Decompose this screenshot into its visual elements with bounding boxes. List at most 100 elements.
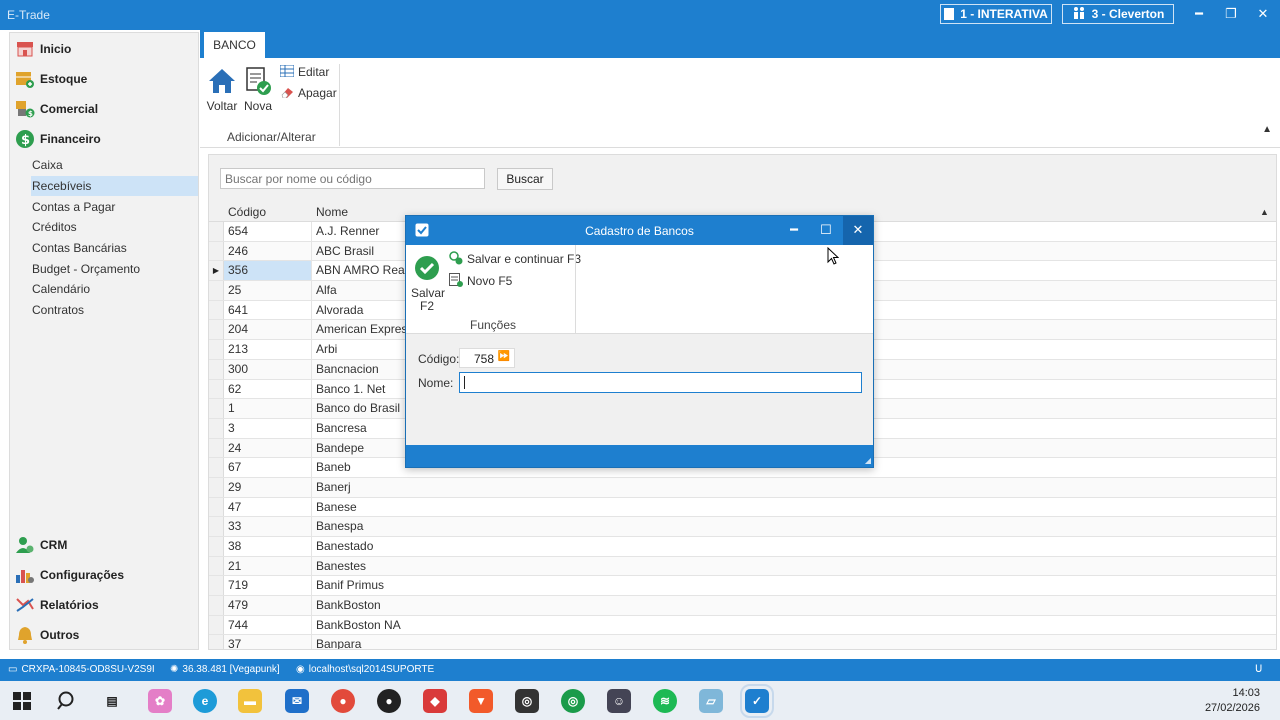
dialog-maximize-button[interactable]: ☐ [811,216,841,245]
salvar-continuar-button[interactable]: Salvar e continuar F3 [449,250,581,268]
row-indicator [209,320,224,340]
sidebar-item-caixa[interactable]: Caixa [31,155,198,175]
table-row[interactable]: 719 Banif Primus [209,576,1276,597]
anydesk-icon[interactable]: ◆ [423,689,447,713]
sidebar-item-outros[interactable]: Outros [15,623,79,647]
status-lock[interactable]: Ս [1255,664,1262,675]
table-row[interactable]: 38 Banestado [209,537,1276,557]
eraser-icon [280,86,294,101]
codigo-value: 758 [473,352,494,366]
salvar-key: F2 [419,299,434,313]
sidebar-item-creditos[interactable]: Créditos [31,217,198,237]
notes-app-icon[interactable]: ▱ [699,689,723,713]
monitor-icon: ▭ [8,664,18,675]
novo-label: Novo F5 [467,274,513,288]
codigo-field[interactable]: 758 ⏩ [459,348,515,368]
tab-banco[interactable]: BANCO [204,32,265,58]
close-button[interactable]: ✕ [1253,5,1273,23]
cell-nome: Banese [316,499,357,514]
copilot-icon[interactable]: ✿ [148,689,172,713]
cell-nome: American Express [316,322,414,337]
cell-nome: ABN AMRO Real [313,261,408,281]
edge-icon[interactable]: e [193,689,217,713]
ribbon: Voltar Nova Editar Apagar Adicionar/Alte… [200,58,1280,148]
resize-grip-icon[interactable]: ◢ [865,456,871,465]
sidebar-item-label: Relatórios [40,598,99,612]
company-label: 1 - INTERATIVA [960,7,1048,21]
search-icon[interactable] [55,689,79,713]
file-explorer-icon[interactable]: ▬ [238,689,262,713]
support-app-icon[interactable]: ☺ [607,689,631,713]
table-row[interactable]: 47 Banese [209,497,1276,518]
sidebar-item-recebiveis[interactable]: Recebíveis [31,176,198,196]
dialog-footer: ◢ [406,445,873,467]
editar-label: Editar [298,65,330,79]
table-row[interactable]: 479 BankBoston [209,596,1276,616]
minimize-button[interactable]: ━ [1189,5,1209,23]
table-row[interactable]: 37 Banpara [209,635,1276,649]
row-indicator [209,300,224,320]
search-input[interactable] [220,168,485,189]
task-view-icon[interactable]: ▤ [100,689,124,713]
reports-icon [15,595,35,615]
table-row[interactable]: 744 BankBoston NA [209,615,1276,636]
nome-input[interactable] [459,372,862,393]
sidebar-item-configuracoes[interactable]: Configurações [15,563,124,587]
sidebar: Inicio Estoque $ Comercial $ Financeiro … [9,32,199,650]
salvar-button[interactable]: Salvar F2 [411,255,445,313]
collapse-ribbon-icon[interactable]: ▲ [1262,124,1272,135]
etrade-taskbar-icon[interactable]: ✓ [740,684,774,718]
apagar-button[interactable]: Apagar [280,84,337,102]
table-row[interactable]: 33 Banespa [209,517,1276,537]
chrome-icon[interactable]: ● [331,689,355,713]
mail-icon[interactable]: ✉ [285,689,309,713]
server-text: localhost\sql2014SUPORTE [308,664,435,675]
system-clock[interactable]: 14:03 27/02/2026 [1205,686,1260,716]
company-selector[interactable]: 1 - INTERATIVA [940,4,1052,24]
nova-button[interactable]: Nova [240,66,276,113]
sidebar-item-contas-bancarias[interactable]: Contas Bancárias [31,238,198,258]
sidebar-item-label: Outros [40,628,80,642]
sidebar-item-inicio[interactable]: Inicio [15,37,71,61]
clock-date: 27/02/2026 [1204,702,1260,714]
restore-button[interactable]: ❐ [1221,5,1241,23]
column-header-nome[interactable]: Nome [316,202,348,222]
voltar-button[interactable]: Voltar [204,66,240,113]
sidebar-item-comercial[interactable]: $ Comercial [15,97,98,121]
save-continue-icon [449,250,463,268]
search-button[interactable]: Buscar [497,168,553,190]
sidebar-item-label: Inicio [40,42,72,56]
cell-nome: Banespa [316,519,364,534]
row-indicator [209,281,224,300]
sidebar-item-calendario[interactable]: Calendário [31,279,198,299]
user-selector[interactable]: 3 - Cleverton [1062,4,1174,24]
table-row[interactable]: 29 Banerj [209,477,1276,498]
spotify-icon[interactable]: ≋ [653,689,677,713]
green-app-icon[interactable]: ◎ [561,689,585,713]
sidebar-item-financeiro[interactable]: $ Financeiro [15,127,101,151]
sidebar-item-budget[interactable]: Budget - Orçamento [31,259,198,279]
sidebar-item-label: Comercial [40,102,99,116]
sidebar-item-crm[interactable]: CRM [15,533,67,557]
sidebar-item-estoque[interactable]: Estoque [15,67,87,91]
column-header-codigo[interactable]: Código [228,202,266,222]
voltar-label: Voltar [206,99,238,113]
sidebar-item-relatorios[interactable]: Relatórios [15,593,99,617]
obs-icon[interactable]: ◎ [515,689,539,713]
windows-start-icon[interactable] [10,689,34,713]
dialog-minimize-button[interactable]: ━ [779,216,809,245]
brave-icon[interactable]: ▼ [469,689,493,713]
cell-codigo: 38 [224,537,312,556]
sort-ascending-icon[interactable]: ▲ [1260,202,1269,222]
dialog-close-button[interactable]: ✕ [843,216,873,245]
next-code-icon[interactable]: ⏩ [498,351,510,362]
novo-button[interactable]: Novo F5 [449,272,512,290]
sidebar-item-label: Financeiro [40,132,101,146]
sidebar-item-contratos[interactable]: Contratos [31,300,198,320]
editar-button[interactable]: Editar [279,63,330,81]
table-row[interactable]: 21 Banestes [209,556,1276,577]
cell-codigo: 37 [224,635,312,649]
app-dark-icon[interactable]: ● [377,689,401,713]
new-document-icon [240,66,276,96]
sidebar-item-contas-a-pagar[interactable]: Contas a Pagar [31,197,198,217]
